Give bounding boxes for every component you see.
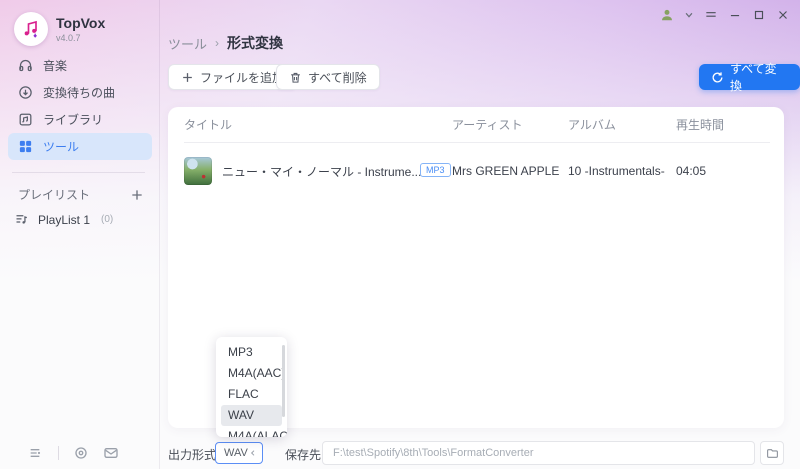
logo-music-note-icon [14, 12, 48, 46]
app-logo: TopVox v4.0.7 [14, 12, 105, 46]
track-title: ニュー・マイ・ノーマル - Instrume... [222, 164, 422, 179]
sidebar-footer [28, 445, 119, 461]
app-version: v4.0.7 [56, 33, 81, 43]
close-icon[interactable] [776, 8, 790, 22]
add-files-label: ファイルを追加 [200, 70, 285, 85]
titlebar-controls [660, 8, 790, 22]
menu-icon[interactable] [704, 8, 718, 22]
footer-divider [58, 446, 59, 460]
output-format-value: WAV [224, 447, 248, 459]
sidebar-nav: 音楽 変換待ちの曲 ライブラリ ツール [8, 52, 152, 160]
convert-all-label: すべて変換 [730, 62, 777, 93]
track-album: 10 -Instrumentals- [568, 164, 665, 178]
mail-icon[interactable] [103, 445, 119, 461]
format-dropdown-menu: MP3 M4A(AAC) FLAC WAV M4A(ALAC) [216, 337, 287, 437]
dropdown-option-m4a-alac[interactable]: M4A(ALAC) [216, 426, 287, 437]
dropdown-option-flac[interactable]: FLAC [216, 384, 287, 405]
dropdown-option-wav[interactable]: WAV [221, 405, 282, 426]
track-duration: 04:05 [676, 164, 707, 178]
playlist-icon [14, 212, 29, 227]
folder-icon [766, 447, 779, 460]
playlist-count: (0) [101, 214, 114, 225]
page-title: 形式変換 [227, 35, 284, 51]
library-icon [18, 112, 33, 127]
format-badge: MP3 [420, 163, 451, 177]
sidebar-item-label: 音楽 [43, 59, 68, 73]
dropdown-option-mp3[interactable]: MP3 [216, 342, 287, 363]
playlist-header-label: プレイリスト [18, 188, 91, 202]
sidebar-item-label: ツール [43, 140, 80, 154]
save-path-input[interactable]: F:\test\Spotify\8th\Tools\FormatConverte… [322, 441, 755, 465]
sidebar-item-label: 変換待ちの曲 [43, 86, 116, 100]
sidebar-item-library[interactable]: ライブラリ [8, 106, 152, 133]
gear-icon[interactable] [73, 445, 89, 461]
playlist-name: PlayList 1 [38, 212, 91, 227]
sidebar-item-pending-songs[interactable]: 変換待ちの曲 [8, 79, 152, 106]
album-art-thumbnail [184, 157, 212, 185]
download-circle-icon [18, 85, 33, 100]
browse-folder-button[interactable] [760, 441, 784, 465]
plus-icon [181, 71, 194, 84]
table-header-row: タイトル アーティスト アルバム 再生時間 [184, 107, 770, 143]
track-artist: Mrs GREEN APPLE [452, 164, 560, 178]
app-name: TopVox [56, 15, 106, 31]
sidebar-item-music[interactable]: 音楽 [8, 52, 152, 79]
output-format-select[interactable]: WAV [215, 442, 263, 464]
trash-icon [289, 71, 302, 84]
sidebar-item-playlist-1[interactable]: PlayList 1 (0) [14, 212, 113, 227]
add-playlist-button[interactable] [129, 187, 145, 203]
sidebar-item-label: ライブラリ [43, 113, 104, 127]
save-path-value: F:\test\Spotify\8th\Tools\FormatConverte… [333, 447, 534, 459]
user-avatar-icon[interactable] [660, 8, 674, 22]
column-header-artist: アーティスト [452, 118, 523, 132]
maximize-icon[interactable] [752, 8, 766, 22]
chevron-down-icon[interactable] [684, 10, 694, 20]
headphones-icon [18, 58, 33, 73]
delete-all-button[interactable]: すべて削除 [276, 64, 380, 90]
breadcrumb-parent[interactable]: ツール [168, 34, 207, 53]
breadcrumb: ツール › 形式変換 [168, 33, 283, 53]
chevron-left-icon [249, 449, 257, 457]
save-path-label: 保存先: [285, 448, 325, 462]
grid-icon [18, 139, 33, 154]
minimize-icon[interactable] [728, 8, 742, 22]
convert-all-button[interactable]: すべて変換 [699, 62, 800, 93]
table-row[interactable]: ニュー・マイ・ノーマル - Instrume... MP3 Mrs GREEN … [184, 151, 770, 191]
delete-all-label: すべて削除 [308, 70, 367, 85]
footer-bar: 出力形式: WAV 保存先: F:\test\Spotify\8th\Tools… [160, 437, 800, 469]
dropdown-option-m4a-aac[interactable]: M4A(AAC) [216, 363, 287, 384]
sidebar-item-tools[interactable]: ツール [8, 133, 152, 160]
app-window: TopVox v4.0.7 音楽 変換待ちの曲 ライブラリ ツール プレイリスト… [0, 0, 800, 469]
column-header-title: タイトル [184, 118, 233, 132]
column-header-duration: 再生時間 [676, 118, 725, 132]
sidebar: TopVox v4.0.7 音楽 変換待ちの曲 ライブラリ ツール プレイリスト… [0, 0, 160, 469]
output-format-label: 出力形式: [168, 448, 220, 462]
dropdown-scrollbar[interactable] [282, 345, 285, 417]
sidebar-divider [12, 172, 145, 173]
queue-list-icon[interactable] [28, 445, 44, 461]
column-header-album: アルバム [568, 118, 616, 132]
playlist-section-header: プレイリスト [18, 186, 145, 203]
breadcrumb-separator: › [215, 36, 220, 50]
refresh-icon [711, 71, 724, 84]
